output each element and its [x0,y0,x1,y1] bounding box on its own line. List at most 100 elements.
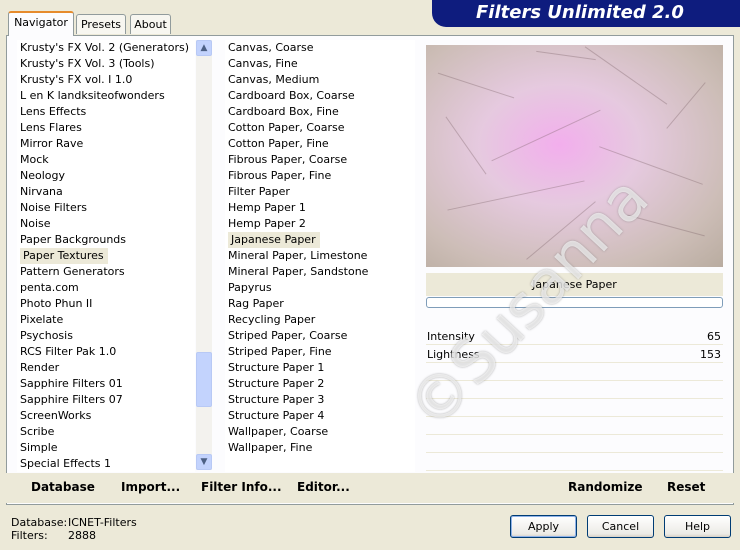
filter-info-button[interactable]: Filter Info... [201,480,282,494]
list-item[interactable]: Striped Paper, Fine [225,344,415,360]
list-item[interactable]: Canvas, Medium [225,72,415,88]
list-item-label: Filter Paper [228,185,290,198]
list-item-label: penta.com [20,281,79,294]
list-item[interactable]: Sapphire Filters 01 [17,376,195,392]
list-item[interactable]: Wallpaper, Coarse [225,424,415,440]
list-item[interactable]: Lens Effects [17,104,195,120]
list-item[interactable]: L en K landksiteofwonders [17,88,195,104]
cancel-button[interactable]: Cancel [587,515,654,538]
filter-list[interactable]: Canvas, Coarse Canvas, Fine Canvas, Medium… [225,40,415,472]
list-item-label: Lens Flares [20,121,82,134]
list-item[interactable]: Lens Flares [17,120,195,136]
list-item[interactable]: Krusty's FX vol. I 1.0 [17,72,195,88]
list-item-label: Structure Paper 4 [228,409,325,422]
list-item-label: Lens Effects [20,105,87,118]
list-item-label: Structure Paper 1 [228,361,325,374]
list-item-label: Simple [20,441,58,454]
list-item[interactable]: Striped Paper, Coarse [225,328,415,344]
list-item-selected[interactable]: Japanese Paper [225,232,415,248]
editor-button[interactable]: Editor... [297,480,350,494]
scrollbar-thumb[interactable] [196,352,212,407]
list-item[interactable]: Krusty's FX Vol. 2 (Generators) [17,40,195,56]
list-item[interactable]: Hemp Paper 1 [225,200,415,216]
list-item-selected[interactable]: Paper Textures [17,248,195,264]
list-item[interactable]: Cardboard Box, Fine [225,104,415,120]
list-item[interactable]: Canvas, Coarse [225,40,415,56]
list-item-label: Striped Paper, Fine [228,345,332,358]
list-item-label: Cardboard Box, Coarse [228,89,355,102]
list-item[interactable]: Structure Paper 1 [225,360,415,376]
help-button[interactable]: Help [664,515,731,538]
list-item[interactable]: Photo Phun II [17,296,195,312]
list-item[interactable]: Pattern Generators [17,264,195,280]
list-item[interactable]: Cotton Paper, Fine [225,136,415,152]
list-item-label: Mineral Paper, Limestone [228,249,368,262]
tab-presets[interactable]: Presets [76,14,126,34]
list-item[interactable]: Paper Backgrounds [17,232,195,248]
list-item[interactable]: Filter Paper [225,184,415,200]
list-item-label: Paper Backgrounds [20,233,127,246]
scroll-up-icon[interactable]: ▲ [196,40,212,56]
list-item[interactable]: Psychosis [17,328,195,344]
list-item[interactable]: Noise Filters [17,200,195,216]
list-item[interactable]: Cotton Paper, Coarse [225,120,415,136]
database-button[interactable]: Database [31,480,95,494]
list-item[interactable]: Structure Paper 4 [225,408,415,424]
list-item[interactable]: Mirror Rave [17,136,195,152]
list-item[interactable]: Fibrous Paper, Coarse [225,152,415,168]
list-item[interactable]: Fibrous Paper, Fine [225,168,415,184]
list-item-label: Hemp Paper 2 [228,217,306,230]
list-item-label: Japanese Paper [228,232,320,248]
tab-about[interactable]: About [130,14,171,34]
list-item[interactable]: Neology [17,168,195,184]
import-button[interactable]: Import... [121,480,180,494]
list-item[interactable]: Scribe [17,424,195,440]
list-item[interactable]: Canvas, Fine [225,56,415,72]
list-item[interactable]: Krusty's FX Vol. 3 (Tools) [17,56,195,72]
list-item-label: Structure Paper 3 [228,393,325,406]
reset-button[interactable]: Reset [667,480,705,494]
list-item[interactable]: Mineral Paper, Limestone [225,248,415,264]
list-item[interactable]: Render [17,360,195,376]
list-item[interactable]: Rag Paper [225,296,415,312]
database-value: ICNET-Filters [68,516,137,529]
list-item[interactable]: Mineral Paper, Sandstone [225,264,415,280]
list-item[interactable]: Pixelate [17,312,195,328]
list-item[interactable]: Papyrus [225,280,415,296]
list-item[interactable]: Sapphire Filters 07 [17,392,195,408]
list-item-label: Sapphire Filters 07 [20,393,123,406]
category-list[interactable]: Krusty's FX Vol. 2 (Generators) Krusty's … [17,40,195,472]
list-item-label: Scribe [20,425,55,438]
list-item[interactable]: Structure Paper 2 [225,376,415,392]
list-item-label: Krusty's FX vol. I 1.0 [20,73,133,86]
list-item-label: Canvas, Fine [228,57,298,70]
category-scrollbar[interactable]: ▲ ▼ [196,40,212,470]
list-item-label: Mineral Paper, Sandstone [228,265,369,278]
list-item[interactable]: Wallpaper, Fine [225,440,415,456]
list-item-label: Render [20,361,60,374]
apply-button[interactable]: Apply [510,515,577,538]
list-item-label: Wallpaper, Coarse [228,425,329,438]
list-item[interactable]: Recycling Paper [225,312,415,328]
list-item[interactable]: Simple [17,440,195,456]
list-item[interactable]: Structure Paper 3 [225,392,415,408]
list-item[interactable]: Mock [17,152,195,168]
list-item[interactable]: Noise [17,216,195,232]
tab-navigator[interactable]: Navigator [8,11,74,36]
list-item-label: Cardboard Box, Fine [228,105,339,118]
list-item-label: Pattern Generators [20,265,125,278]
list-item-label: Cotton Paper, Fine [228,137,329,150]
list-item[interactable]: Special Effects 1 [17,456,195,472]
list-item-label: Fibrous Paper, Coarse [228,153,348,166]
list-item-label: Cotton Paper, Coarse [228,121,345,134]
randomize-button[interactable]: Randomize [568,480,642,494]
list-item[interactable]: Nirvana [17,184,195,200]
list-item-label: Sapphire Filters 01 [20,377,123,390]
list-item[interactable]: Cardboard Box, Coarse [225,88,415,104]
list-item[interactable]: penta.com [17,280,195,296]
list-item-label: Recycling Paper [228,313,316,326]
scroll-down-icon[interactable]: ▼ [196,454,212,470]
list-item[interactable]: RCS Filter Pak 1.0 [17,344,195,360]
list-item[interactable]: ScreenWorks [17,408,195,424]
list-item[interactable]: Hemp Paper 2 [225,216,415,232]
